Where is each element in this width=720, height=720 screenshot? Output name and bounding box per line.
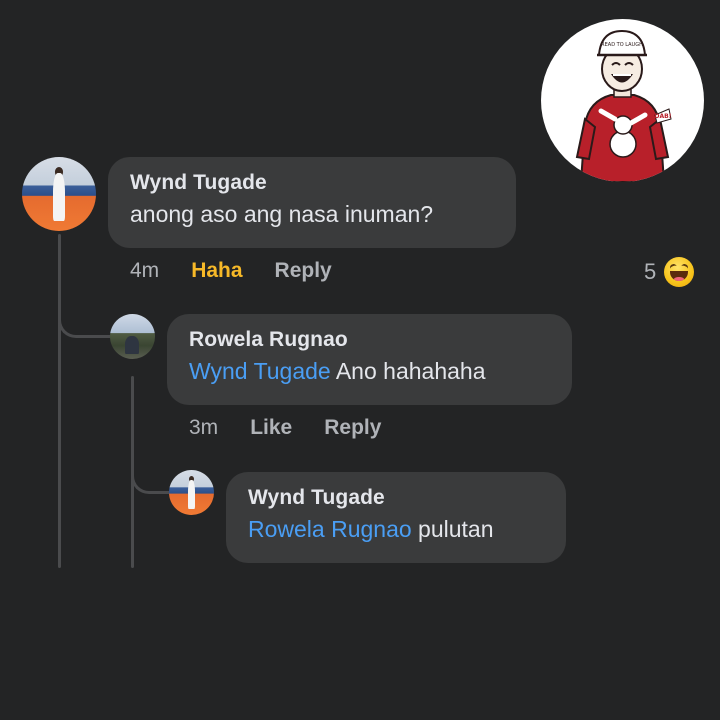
reply2-text: Rowela Rugnao pulutan bbox=[248, 516, 544, 543]
reply2-mention-link[interactable]: Rowela Rugnao bbox=[248, 516, 412, 542]
reply1-author[interactable]: Rowela Rugnao bbox=[189, 328, 550, 352]
reply1-message: Ano hahahaha bbox=[330, 358, 486, 384]
reaction-summary[interactable]: 5 bbox=[644, 257, 695, 287]
reply1-actions: 3m Like Reply bbox=[189, 416, 381, 440]
like-button[interactable]: Like bbox=[250, 416, 292, 440]
avatar-photo-figure bbox=[125, 335, 139, 354]
reply1-text: Wynd Tugade Ano hahahaha bbox=[189, 358, 550, 385]
reply1-bubble[interactable]: Rowela Rugnao Wynd Tugade Ano hahahaha bbox=[167, 314, 572, 405]
avatar-photo-person bbox=[187, 479, 196, 509]
reply2-author[interactable]: Wynd Tugade bbox=[248, 486, 544, 510]
reaction-count: 5 bbox=[644, 259, 657, 284]
dab-sticker-image: READ TO LAUGH DAB! bbox=[541, 19, 704, 182]
reply2-bubble[interactable]: Wynd Tugade Rowela Rugnao pulutan bbox=[226, 472, 566, 563]
avatar-wynd-tugade[interactable] bbox=[22, 157, 96, 231]
reply1-mention-link[interactable]: Wynd Tugade bbox=[189, 358, 331, 384]
reply1-reply-button[interactable]: Reply bbox=[324, 416, 381, 440]
avatar-photo-person bbox=[53, 173, 65, 221]
thread-elbow-reply2 bbox=[131, 462, 169, 494]
sticker-cap-text: READ TO LAUGH bbox=[601, 42, 643, 48]
comment-time[interactable]: 4m bbox=[130, 259, 159, 283]
avatar-rowela-rugnao[interactable] bbox=[110, 314, 155, 359]
haha-emoji-icon bbox=[664, 257, 695, 287]
avatar-wynd-tugade-small[interactable] bbox=[169, 470, 214, 515]
comment-actions: 4m Haha Reply bbox=[130, 259, 332, 283]
thread-elbow-reply1 bbox=[58, 300, 110, 338]
comment-thread: READ TO LAUGH DAB! Wynd Tugade anong aso… bbox=[0, 0, 720, 720]
reply1-time[interactable]: 3m bbox=[189, 416, 218, 440]
comment-text: anong aso ang nasa inuman? bbox=[130, 201, 434, 227]
reply2-message: pulutan bbox=[411, 516, 494, 542]
comment-bubble[interactable]: Wynd Tugade anong aso ang nasa inuman? bbox=[108, 157, 516, 248]
haha-reaction-button[interactable]: Haha bbox=[191, 259, 242, 283]
sticker-sweater-text: DAB! bbox=[655, 113, 672, 120]
thread-line-main bbox=[58, 234, 61, 568]
reply-button[interactable]: Reply bbox=[275, 259, 332, 283]
comment-author[interactable]: Wynd Tugade bbox=[130, 171, 494, 195]
